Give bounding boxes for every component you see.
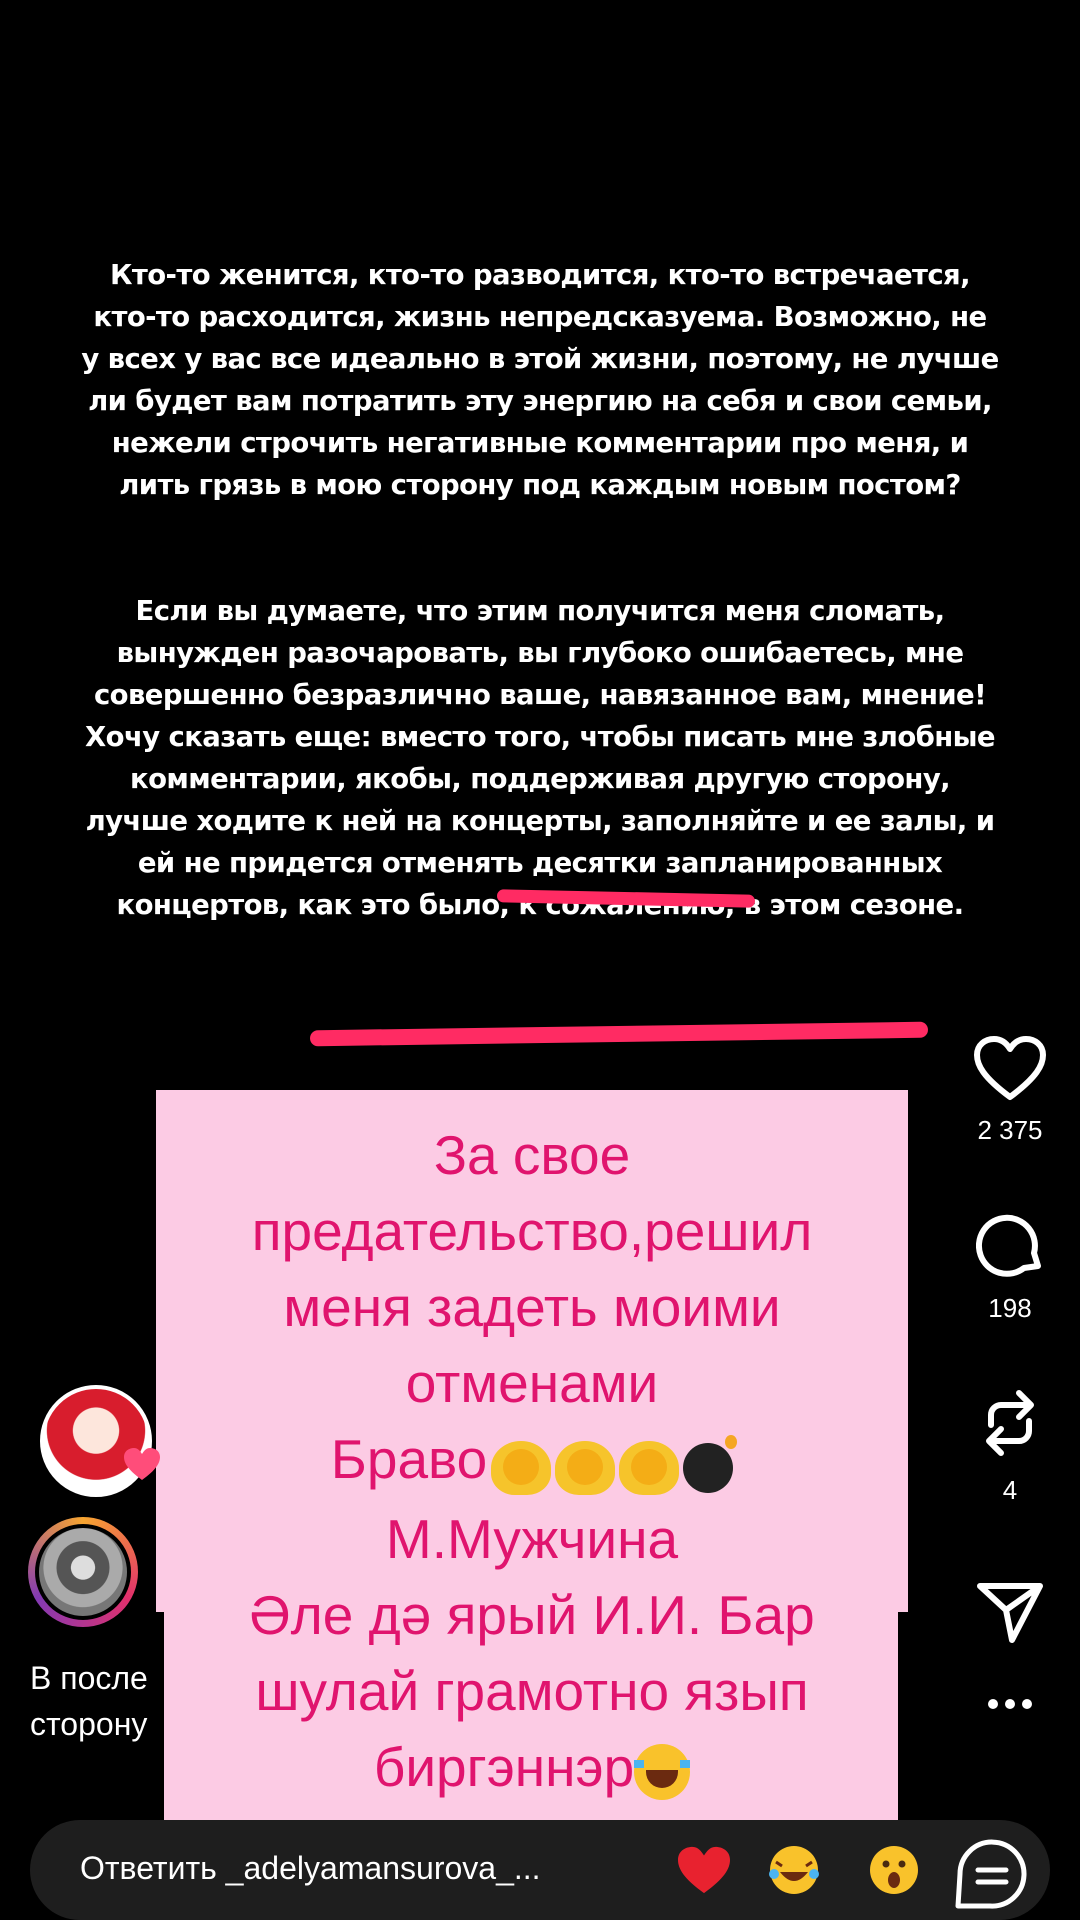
story-line: кто-то расходится, жизнь непредсказуема.…	[93, 301, 987, 333]
caption[interactable]: В после сторону	[30, 1655, 170, 1747]
reply-input[interactable]: Ответить _adelyamansurova_...	[80, 1850, 541, 1887]
repost-action[interactable]: 4	[970, 1385, 1050, 1506]
emoji-row	[489, 1425, 738, 1501]
overlay-line: М.Мужчина	[385, 1508, 679, 1571]
send-icon[interactable]	[976, 1580, 1044, 1644]
astonished-face-icon[interactable]	[868, 1844, 920, 1896]
overlay-line: За свое	[433, 1124, 631, 1186]
story-line: у всех у вас все идеально в этой жизни, …	[81, 343, 999, 375]
story-text: Кто-то женится, кто-то разводится, кто-т…	[14, 254, 1066, 926]
story-paragraph-1: Кто-то женится, кто-то разводится, кто-т…	[14, 254, 1066, 506]
message-bubble-icon[interactable]	[950, 1834, 1034, 1910]
overlay-line: отменами	[405, 1352, 659, 1414]
like-action[interactable]: 2 375	[970, 1035, 1050, 1146]
caption-line: сторону	[30, 1706, 148, 1742]
bomb-icon	[683, 1434, 738, 1493]
caption-line: В после	[30, 1660, 148, 1696]
clapping-hands-icon	[555, 1440, 616, 1495]
more-options-icon[interactable]	[986, 1697, 1034, 1711]
repost-count: 4	[1002, 1475, 1018, 1505]
face-with-tears-of-joy-icon	[634, 1743, 691, 1800]
story-paragraph-2: Если вы думаете, что этим получится меня…	[14, 590, 1066, 926]
story-line: Кто-то женится, кто-то разводится, кто-т…	[110, 259, 970, 291]
more-action[interactable]	[970, 1697, 1050, 1711]
story-line: нежели строчить негативные комментарии п…	[111, 427, 969, 459]
overlay-line: биргэннэр	[373, 1736, 635, 1799]
story-line: вынужден разочаровать, вы глубоко ошибае…	[116, 637, 964, 669]
overlay-line: Браво	[330, 1428, 488, 1490]
comment-action[interactable]: 198	[970, 1211, 1050, 1324]
story-line: ей не придется отменять десятки запланир…	[137, 847, 943, 879]
overlay-line: меня задеть моими	[283, 1276, 781, 1338]
story-line: лить грязь в мою сторону под каждым новы…	[119, 469, 961, 501]
reply-bar[interactable]: Ответить _adelyamansurova_...	[30, 1820, 1050, 1920]
overlay-line: Әле дә ярый И.И. Бар	[249, 1584, 815, 1647]
overlay-line: шулай грамотно язып	[255, 1660, 809, 1723]
overlay-line-bravo: Браво	[156, 1421, 908, 1501]
comment-bubble-icon[interactable]	[976, 1211, 1044, 1279]
story-line: комментарии, якобы, поддерживая другую с…	[130, 763, 951, 795]
clapping-hands-icon	[491, 1440, 552, 1495]
red-heart-icon[interactable]	[675, 1844, 733, 1896]
story-line: совершенно безразлично ваше, навязанное …	[93, 679, 987, 711]
like-count: 2 375	[977, 1115, 1043, 1145]
comment-count: 198	[988, 1293, 1032, 1323]
heart-icon[interactable]	[973, 1035, 1047, 1101]
author-photo	[35, 1524, 131, 1620]
overlay-line: предательство,решил	[251, 1200, 813, 1262]
face-with-tears-of-joy-icon[interactable]	[768, 1844, 820, 1896]
clapping-hands-icon	[619, 1440, 680, 1495]
highlight-underline	[309, 1021, 929, 1047]
share-action[interactable]	[970, 1580, 1050, 1644]
story-line: Если вы думаете, что этим получится меня…	[135, 595, 945, 627]
author-avatar[interactable]	[28, 1517, 138, 1627]
repost-icon[interactable]	[977, 1385, 1043, 1461]
story-line: лучше ходите к ней на концерты, заполняй…	[85, 805, 995, 837]
overlay-line-last: биргэннэр	[156, 1729, 908, 1805]
story-line: Хочу сказать еще: вместо того, чтобы пис…	[85, 721, 995, 753]
story-line: ли будет вам потратить эту энергию на се…	[88, 385, 992, 417]
overlay-sticker-text: За свое предательство,решил меня задеть …	[156, 1117, 908, 1805]
